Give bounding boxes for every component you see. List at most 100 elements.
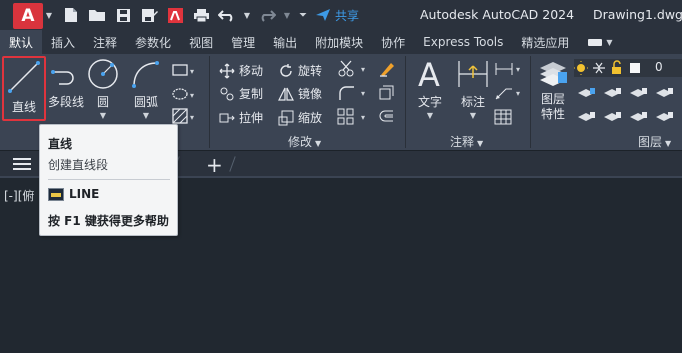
- svg-text:▾: ▾: [361, 65, 365, 74]
- new-tab-button[interactable]: +: [206, 153, 223, 177]
- move-icon: [219, 63, 235, 78]
- layer-properties-button[interactable]: 图层 特性: [535, 58, 571, 122]
- save-as-icon[interactable]: [139, 6, 159, 24]
- stretch-icon: [219, 113, 235, 122]
- rotate-button[interactable]: 旋转: [278, 62, 322, 79]
- circle-button[interactable]: 圆 ▼: [85, 58, 121, 120]
- modify-panel-label[interactable]: 修改 ▼: [288, 133, 321, 150]
- polyline-label: 多段线: [47, 95, 84, 109]
- customize-qat-icon[interactable]: ⏷: [297, 6, 309, 24]
- annotation-panel-label[interactable]: 注释 ▼: [450, 133, 483, 150]
- copy-icon: [220, 87, 234, 100]
- table-icon[interactable]: [494, 109, 512, 129]
- share-label: 共享: [335, 8, 360, 23]
- tooltip-command: LINE: [48, 187, 99, 201]
- array-icon[interactable]: ▾: [337, 108, 371, 130]
- open-folder-icon[interactable]: [87, 6, 107, 24]
- tab-annotate[interactable]: 注释: [84, 30, 126, 54]
- scale-icon: [278, 110, 294, 125]
- layer-properties-icon: [540, 62, 567, 86]
- layer-dropdown[interactable]: [574, 59, 682, 81]
- tab-insert[interactable]: 插入: [42, 30, 84, 54]
- explode-icon[interactable]: [378, 84, 396, 106]
- leader-icon[interactable]: ▾: [494, 85, 524, 105]
- app-logo-letter: A: [21, 6, 35, 26]
- save-icon[interactable]: [113, 6, 133, 24]
- tab-view[interactable]: 视图: [180, 30, 222, 54]
- scale-button[interactable]: 缩放: [278, 109, 322, 126]
- chevron-down-icon: ▼: [426, 111, 434, 120]
- line-label: 直线: [11, 100, 36, 114]
- layer-tools-row-1[interactable]: [576, 84, 682, 104]
- current-layer-name: 0: [655, 60, 663, 74]
- redo-icon[interactable]: [257, 6, 277, 24]
- tab-home[interactable]: 默认: [0, 30, 43, 54]
- tooltip-help: 按 F1 键获得更多帮助: [48, 214, 169, 228]
- annotation-panel-title: 注释: [450, 135, 475, 149]
- new-file-icon[interactable]: [61, 6, 81, 24]
- dimension-label: 标注: [460, 95, 485, 109]
- app-title: Autodesk AutoCAD 2024: [420, 7, 575, 22]
- title-bar: A ▼ ▼ ▼ ⏷ 共享 Autodesk AutoCAD 2024 Drawi…: [0, 0, 682, 30]
- modify-panel-title: 修改: [288, 135, 313, 149]
- chevron-down-icon: ▼: [606, 37, 613, 47]
- undo-icon[interactable]: [217, 6, 237, 24]
- tab-addins[interactable]: 附加模块: [306, 30, 372, 54]
- tab-express-tools[interactable]: Express Tools: [414, 30, 512, 54]
- offset-icon[interactable]: [378, 108, 396, 130]
- polyline-icon: [51, 70, 74, 85]
- polyline-button[interactable]: 多段线: [47, 58, 85, 110]
- circle-icon: [88, 59, 118, 89]
- layer-properties-line1: 图层: [540, 92, 565, 106]
- tab-featured-apps[interactable]: 精选应用: [512, 30, 578, 54]
- tab-collaborate[interactable]: 协作: [372, 30, 414, 54]
- rotate-icon: [280, 63, 292, 77]
- svg-text:▾: ▾: [516, 65, 520, 74]
- svg-text:▾: ▾: [361, 89, 365, 98]
- linear-dimension-icon[interactable]: ▾: [494, 61, 524, 81]
- chevron-down-icon: ▼: [315, 139, 322, 148]
- tooltip-description: 创建直线段: [48, 158, 109, 172]
- text-label: 文字: [417, 95, 442, 109]
- trim-icon[interactable]: ▾: [337, 60, 371, 82]
- line-icon: [8, 61, 40, 93]
- stretch-button[interactable]: 拉伸: [219, 109, 263, 126]
- arc-button[interactable]: 圆弧 ▼: [126, 58, 166, 120]
- chevron-down-icon: ▼: [469, 111, 477, 120]
- copy-button[interactable]: 复制: [219, 85, 263, 102]
- application-menu-button[interactable]: A ▼: [13, 3, 52, 29]
- tab-manage[interactable]: 管理: [222, 30, 264, 54]
- hatch-icon[interactable]: ▾: [172, 86, 196, 105]
- web-mobile-icon[interactable]: [165, 6, 185, 24]
- viewport-controls[interactable]: [-][俯: [4, 187, 34, 204]
- undo-dropdown-icon[interactable]: ▼: [243, 6, 251, 24]
- erase-icon[interactable]: [378, 60, 396, 82]
- ribbon-tab-bar: 默认 插入 注释 参数化 视图 管理 输出 附加模块 协作 Express To…: [0, 30, 682, 54]
- print-icon[interactable]: [191, 6, 211, 24]
- mirror-button[interactable]: 镜像: [278, 85, 322, 102]
- layer-tools-row-2[interactable]: [576, 108, 682, 128]
- fillet-icon[interactable]: ▾: [337, 84, 371, 106]
- rectangle-icon[interactable]: ▾: [172, 62, 196, 81]
- panel-toggle-icon: [588, 38, 603, 46]
- menu-icon[interactable]: [13, 158, 31, 171]
- chevron-down-icon: ▼: [665, 139, 672, 148]
- scale-label: 缩放: [298, 111, 323, 125]
- layer-properties-label: 图层 特性: [541, 92, 565, 122]
- arc-label: 圆弧: [133, 95, 158, 109]
- share-button[interactable]: 共享: [315, 7, 359, 24]
- redo-dropdown-icon[interactable]: ▼: [283, 6, 291, 24]
- tab-parametric[interactable]: 参数化: [126, 30, 180, 54]
- share-icon: [316, 9, 330, 21]
- line-button[interactable]: 直线: [2, 56, 46, 121]
- svg-text:▾: ▾: [516, 89, 520, 98]
- text-button[interactable]: A 文字 ▼: [412, 58, 448, 120]
- stretch-label: 拉伸: [239, 111, 264, 125]
- mirror-icon: [278, 87, 294, 101]
- layers-panel-label[interactable]: 图层 ▼: [638, 133, 671, 150]
- tooltip-divider: [48, 179, 170, 180]
- dimension-button[interactable]: 标注 ▼: [454, 58, 492, 120]
- move-button[interactable]: 移动: [219, 62, 263, 79]
- tab-output[interactable]: 输出: [264, 30, 306, 54]
- ribbon-display-toggle[interactable]: ▼: [588, 30, 613, 54]
